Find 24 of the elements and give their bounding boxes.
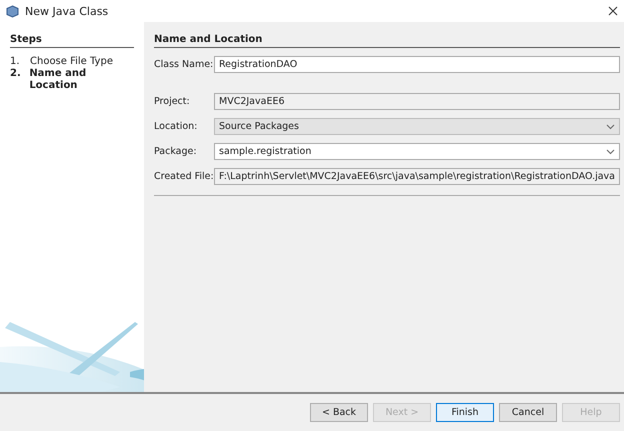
field-label: Package: — [154, 146, 198, 157]
input-field[interactable]: RegistrationDAO — [214, 56, 620, 73]
step-number: 1. — [10, 56, 21, 68]
field-label: Location: — [154, 121, 198, 132]
steps-heading: Steps — [10, 34, 134, 48]
field-label: Project: — [154, 96, 191, 107]
cube-icon — [6, 4, 19, 18]
step-label: Name and Location — [29, 68, 88, 92]
chevron-down-icon — [606, 124, 615, 130]
field-label: Created File: — [154, 171, 214, 182]
dialog-button[interactable]: < Back — [310, 403, 368, 422]
step-label: Choose File Type — [30, 56, 113, 68]
input-field: F:\Laptrinh\Servlet\MVC2JavaEE6\src\java\sample\registration\RegistrationDAO.java — [214, 168, 620, 185]
combo-box[interactable]: sample.registration — [214, 143, 620, 160]
chevron-down-icon — [606, 148, 615, 154]
window-title: New Java Class — [25, 4, 110, 18]
panel-heading: Name and Location — [154, 34, 620, 48]
combo-box[interactable]: Source Packages — [214, 118, 620, 135]
close-icon[interactable] — [608, 6, 618, 16]
field-label: Class Name: — [154, 59, 214, 70]
dialog-button[interactable]: Finish — [436, 403, 494, 422]
dialog-button[interactable]: Cancel — [499, 403, 557, 422]
input-field: MVC2JavaEE6 — [214, 93, 620, 110]
step-number: 2. — [10, 68, 22, 81]
